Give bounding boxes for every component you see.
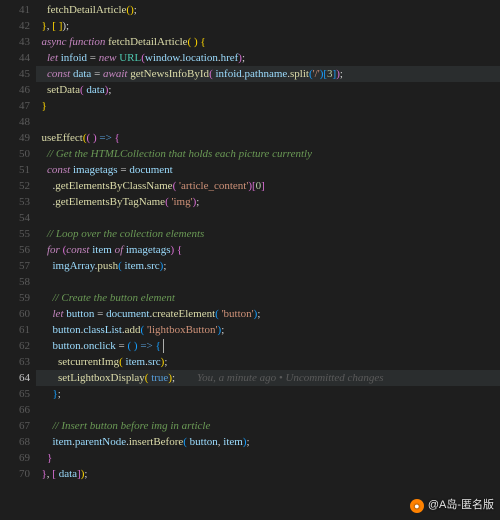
- line-number: 64: [0, 370, 36, 386]
- line-number: 63: [0, 354, 36, 370]
- cursor: [163, 339, 164, 353]
- line-number: 50: [0, 146, 36, 162]
- line-number-gutter: 4142434445464748495051525354555657585960…: [0, 0, 36, 520]
- line-number: 48: [0, 114, 36, 130]
- git-blame-hint: You, a minute ago • Uncommitted changes: [197, 372, 383, 384]
- line-number: 59: [0, 290, 36, 306]
- line-number: 47: [0, 98, 36, 114]
- comment: // Insert button before img in article: [53, 420, 211, 432]
- active-line[interactable]: setLightboxDisplay( true); You, a minute…: [36, 370, 500, 386]
- line-number: 44: [0, 50, 36, 66]
- line-number: 52: [0, 178, 36, 194]
- line-number: 45: [0, 66, 36, 82]
- code-area[interactable]: fetchDetailArticle(); }, [ ]); async fun…: [36, 0, 500, 482]
- comment: // Get the HTMLCollection that holds eac…: [47, 148, 312, 160]
- weibo-icon: ●: [410, 499, 424, 513]
- line-number: 43: [0, 34, 36, 50]
- line-number: 49: [0, 130, 36, 146]
- line-number: 65: [0, 386, 36, 402]
- line-number: 56: [0, 242, 36, 258]
- fn-name: fetchDetailArticle: [47, 4, 126, 16]
- line-number: 55: [0, 226, 36, 242]
- line-number: 66: [0, 402, 36, 418]
- line-number: 51: [0, 162, 36, 178]
- line-number: 61: [0, 322, 36, 338]
- comment: // Loop over the collection elements: [47, 228, 204, 240]
- line-number: 69: [0, 450, 36, 466]
- line-number: 70: [0, 466, 36, 482]
- line-number: 42: [0, 18, 36, 34]
- line-number: 60: [0, 306, 36, 322]
- line-number: 68: [0, 434, 36, 450]
- line-number: 54: [0, 210, 36, 226]
- line-number: 67: [0, 418, 36, 434]
- comment: // Create the button element: [53, 292, 175, 304]
- weibo-watermark: ● @A岛-匿名版: [410, 498, 494, 514]
- line-number: 58: [0, 274, 36, 290]
- line-number: 46: [0, 82, 36, 98]
- watermark-text: @A岛-匿名版: [428, 498, 494, 514]
- line-number: 53: [0, 194, 36, 210]
- line-number: 57: [0, 258, 36, 274]
- line-number: 62: [0, 338, 36, 354]
- code-editor[interactable]: 4142434445464748495051525354555657585960…: [0, 0, 500, 520]
- line-number: 41: [0, 2, 36, 18]
